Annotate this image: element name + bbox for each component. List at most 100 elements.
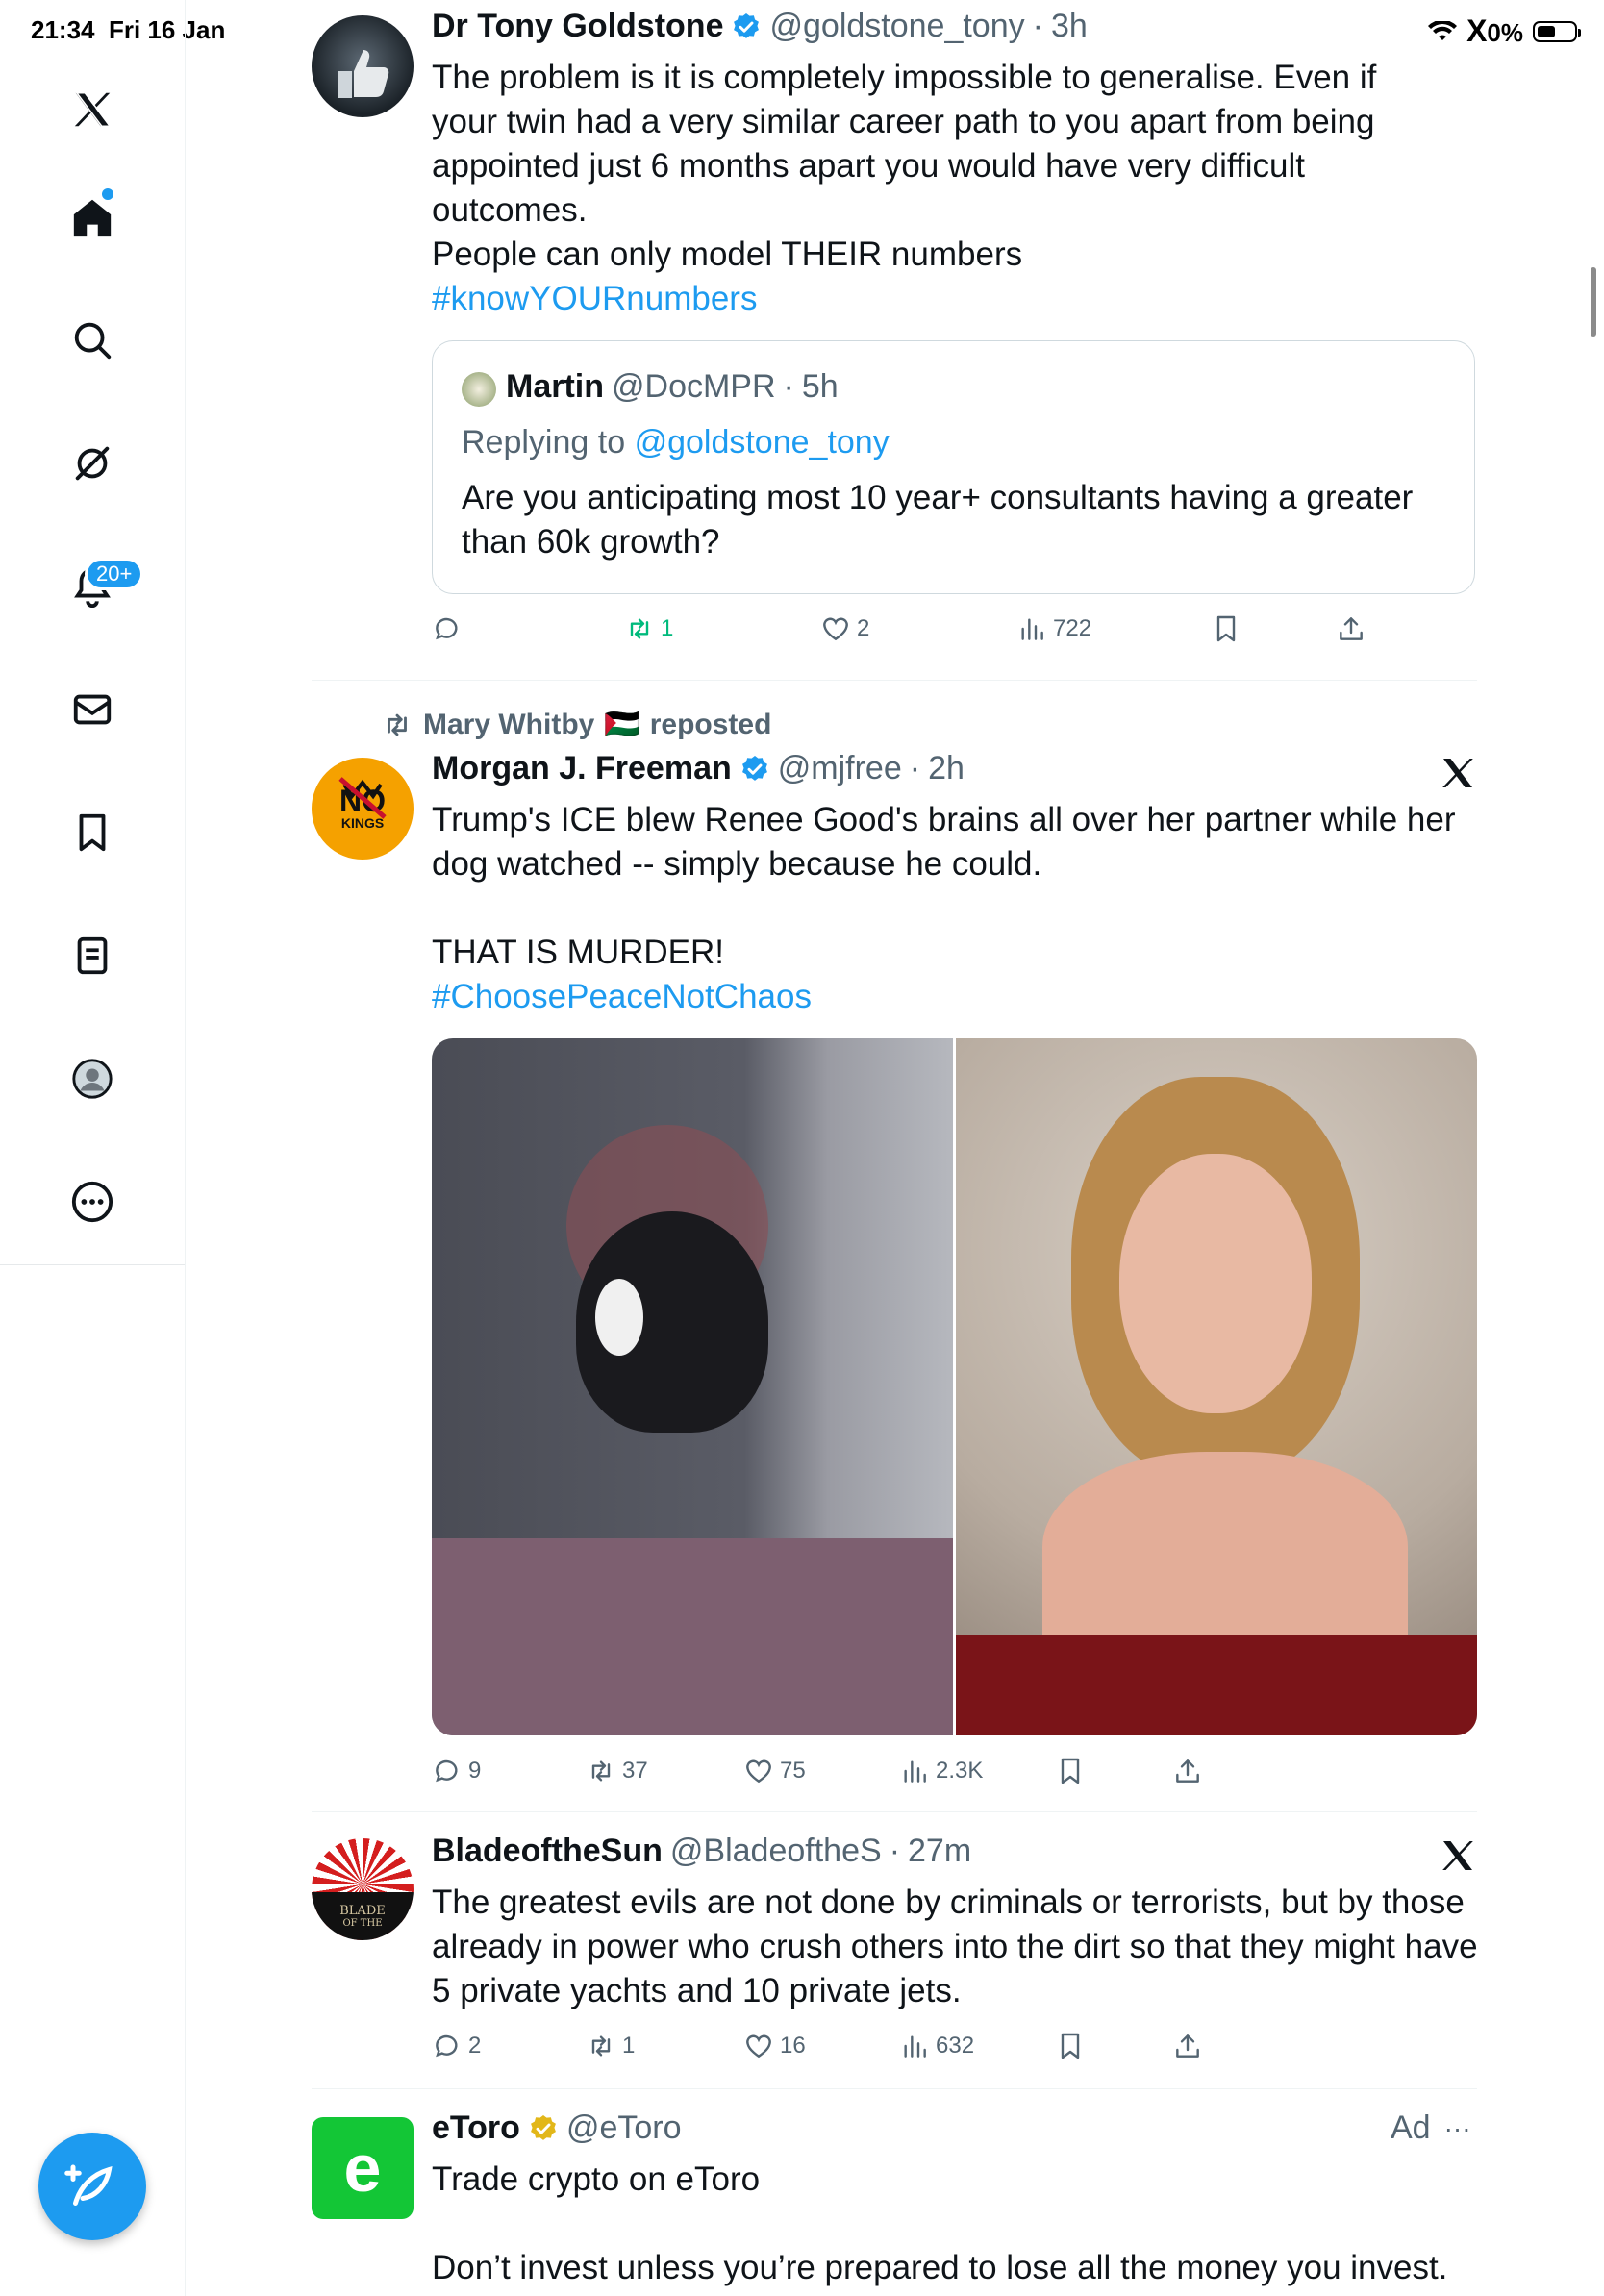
reposter-name[interactable]: Mary Whitby bbox=[423, 709, 594, 741]
x-logo-icon[interactable] bbox=[62, 79, 123, 140]
media-photo-portrait[interactable] bbox=[956, 1038, 1477, 1735]
tweet-header: eToro @eToro bbox=[432, 2109, 682, 2147]
tweet-actions: 9 37 75 2.3K bbox=[432, 1756, 1393, 1798]
more-icon[interactable] bbox=[62, 1171, 123, 1233]
retweet-icon bbox=[591, 1760, 611, 1782]
author-name[interactable]: eToro bbox=[432, 2109, 520, 2147]
tweet-text: The problem is it is completely impossib… bbox=[432, 59, 1377, 229]
reply-count: 2 bbox=[468, 2033, 482, 2059]
reply-button[interactable]: 2 bbox=[432, 2031, 481, 2061]
views-button[interactable]: 2.3K bbox=[899, 1756, 983, 1786]
avatar-logo-text: BLADE bbox=[339, 1904, 386, 1918]
avatar[interactable]: BLADE OF THE bbox=[312, 1838, 414, 1940]
tweet-time[interactable]: 3h bbox=[1051, 8, 1088, 45]
like-count: 2 bbox=[857, 615, 870, 641]
home-notification-dot bbox=[102, 188, 113, 200]
share-button[interactable] bbox=[1172, 1756, 1203, 1786]
tweet-header: BladeoftheSun @BladeoftheS · 27m bbox=[432, 1833, 971, 1870]
quoted-avatar[interactable] bbox=[462, 372, 496, 407]
hashtag-link[interactable]: #knowYOURnumbers bbox=[432, 277, 757, 321]
status-right: X0% bbox=[1428, 13, 1581, 49]
tweet-time[interactable]: 2h bbox=[928, 750, 965, 787]
bookmark-button[interactable] bbox=[1055, 1756, 1086, 1786]
media-photo-dog-in-car[interactable] bbox=[432, 1038, 953, 1735]
like-button[interactable]: 2 bbox=[820, 613, 869, 644]
reply-icon bbox=[436, 2034, 458, 2058]
like-count: 16 bbox=[780, 2033, 806, 2059]
grok-icon[interactable] bbox=[62, 433, 123, 494]
share-icon bbox=[1176, 1759, 1199, 1783]
quoted-author-handle[interactable]: @DocMPR bbox=[612, 368, 776, 406]
replying-to-line: Replying to @goldstone_tony bbox=[462, 424, 890, 462]
view-count: 722 bbox=[1053, 615, 1092, 641]
heart-icon bbox=[823, 617, 848, 641]
retweet-icon bbox=[630, 618, 649, 639]
tweet-divider bbox=[312, 680, 1477, 681]
retweet-button[interactable]: 1 bbox=[624, 613, 673, 644]
bookmark-button[interactable] bbox=[1211, 613, 1241, 644]
retweet-count: 37 bbox=[622, 1758, 648, 1784]
author-handle[interactable]: @BladeoftheS bbox=[670, 1833, 882, 1870]
reply-button[interactable] bbox=[432, 613, 468, 644]
retweet-icon bbox=[591, 2035, 611, 2057]
repost-label: reposted bbox=[649, 708, 772, 740]
view-count: 2.3K bbox=[936, 1758, 984, 1784]
lists-icon[interactable] bbox=[62, 925, 123, 986]
repost-line: Mary Whitby 🇵🇸 reposted bbox=[381, 708, 771, 741]
like-button[interactable]: 75 bbox=[743, 1756, 806, 1786]
reply-icon bbox=[436, 1759, 458, 1783]
thumbs-up-image-icon bbox=[338, 50, 389, 98]
author-handle[interactable]: @eToro bbox=[566, 2109, 682, 2147]
replying-prefix: Replying to bbox=[462, 424, 626, 461]
hashtag-link[interactable]: #ChoosePeaceNotChaos bbox=[432, 975, 812, 1019]
avatar[interactable]: NO KINGS bbox=[312, 758, 414, 860]
verified-badge-icon bbox=[741, 755, 767, 781]
retweet-button[interactable]: 37 bbox=[586, 1756, 648, 1786]
like-button[interactable]: 16 bbox=[743, 2031, 806, 2061]
home-icon[interactable] bbox=[62, 187, 123, 248]
reply-button[interactable]: 9 bbox=[432, 1756, 481, 1786]
heart-icon bbox=[746, 2034, 771, 2059]
quoted-tweet[interactable]: Martin @DocMPR · 5h Replying to @goldsto… bbox=[432, 340, 1475, 594]
tweet-time[interactable]: 27m bbox=[908, 1833, 971, 1870]
quoted-time[interactable]: 5h bbox=[802, 368, 839, 406]
author-handle[interactable]: @mjfree bbox=[778, 750, 902, 787]
author-name[interactable]: BladeoftheSun bbox=[432, 1833, 663, 1870]
more-options-button[interactable]: ··· bbox=[1444, 2113, 1471, 2144]
quoted-author-name[interactable]: Martin bbox=[506, 368, 604, 406]
author-handle[interactable]: @goldstone_tony bbox=[769, 8, 1024, 45]
share-button[interactable] bbox=[1336, 613, 1366, 644]
avatar[interactable] bbox=[312, 15, 414, 117]
search-icon[interactable] bbox=[62, 310, 123, 371]
tweet-media[interactable] bbox=[432, 1038, 1477, 1735]
x-close-icon[interactable] bbox=[1439, 1836, 1477, 1875]
tweet-divider bbox=[312, 2088, 1477, 2089]
author-name[interactable]: Morgan J. Freeman bbox=[432, 750, 732, 787]
bookmark-button[interactable] bbox=[1055, 2031, 1086, 2061]
views-bar-chart-icon bbox=[1021, 618, 1043, 640]
views-button[interactable]: 632 bbox=[899, 2031, 974, 2061]
messages-icon[interactable] bbox=[62, 679, 123, 740]
tweet-text: Trump's ICE blew Renee Good's brains all… bbox=[432, 801, 1456, 883]
repost-icon bbox=[388, 713, 407, 736]
heart-icon bbox=[746, 1759, 771, 1784]
battery-percent: X0% bbox=[1466, 13, 1523, 48]
compose-button[interactable] bbox=[38, 2133, 146, 2240]
scrollbar-thumb[interactable] bbox=[1591, 267, 1596, 337]
author-name[interactable]: Dr Tony Goldstone bbox=[432, 8, 723, 45]
tweet-text-line-2: Don’t invest unless you’re prepared to l… bbox=[432, 2249, 1448, 2286]
share-icon bbox=[1340, 617, 1363, 640]
profile-avatar-icon[interactable] bbox=[62, 1048, 123, 1110]
retweet-button[interactable]: 1 bbox=[586, 2031, 635, 2061]
bookmarks-icon[interactable] bbox=[62, 802, 123, 863]
retweet-count: 1 bbox=[622, 2033, 636, 2059]
avatar[interactable]: e bbox=[312, 2117, 414, 2219]
x-close-icon[interactable] bbox=[1439, 754, 1477, 792]
views-button[interactable]: 722 bbox=[1016, 613, 1091, 644]
tweet-header: Morgan J. Freeman @mjfree · 2h bbox=[432, 750, 965, 787]
reply-icon bbox=[436, 617, 458, 640]
share-button[interactable] bbox=[1172, 2031, 1203, 2061]
verified-badge-icon bbox=[734, 12, 760, 38]
views-bar-chart-icon bbox=[904, 2035, 926, 2058]
replying-to-link[interactable]: @goldstone_tony bbox=[635, 424, 890, 461]
